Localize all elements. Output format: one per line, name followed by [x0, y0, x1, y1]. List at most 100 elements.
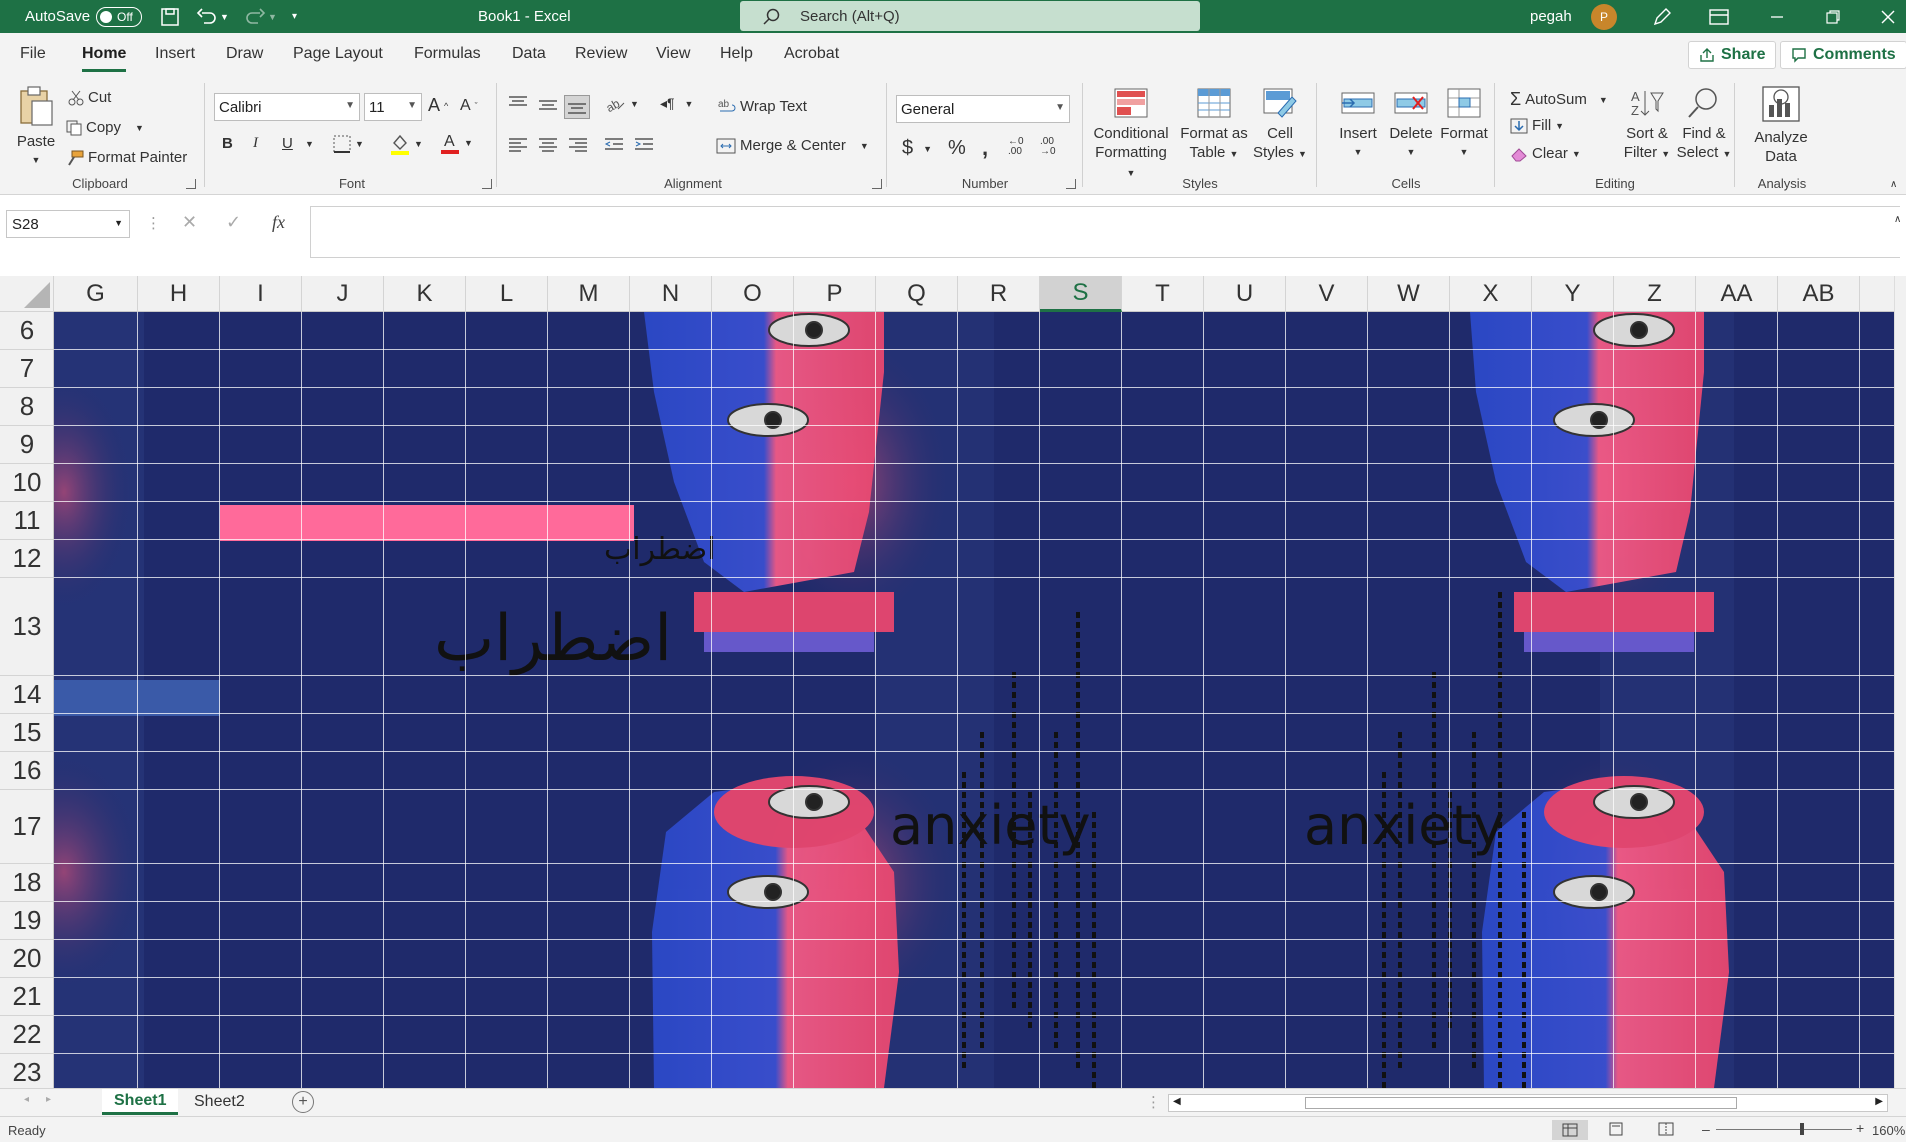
search-input[interactable]: Search (Alt+Q) [740, 1, 1200, 31]
undo-icon[interactable]: ▼ [196, 0, 229, 33]
row-header-23[interactable]: 23 [0, 1054, 54, 1088]
column-header-t[interactable]: T [1122, 276, 1204, 312]
column-header-m[interactable]: M [548, 276, 630, 312]
align-bottom-icon[interactable] [564, 95, 590, 119]
increase-indent-icon[interactable] [634, 137, 654, 153]
align-left-icon[interactable] [508, 137, 528, 153]
zoom-out-icon[interactable]: – [1702, 1121, 1710, 1137]
column-header-q[interactable]: Q [876, 276, 958, 312]
comma-icon[interactable]: , [982, 135, 988, 161]
row-header-13[interactable]: 13 [0, 578, 54, 676]
row-header-11[interactable]: 11 [0, 502, 54, 540]
decrease-indent-icon[interactable] [604, 137, 624, 153]
align-center-icon[interactable] [538, 137, 558, 153]
row-header-14[interactable]: 14 [0, 676, 54, 714]
bold-button[interactable]: B [222, 135, 233, 152]
row-header-17[interactable]: 17 [0, 790, 54, 864]
tab-view[interactable]: View [656, 45, 690, 63]
cancel-icon[interactable]: ✕ [182, 212, 197, 233]
hscroll-thumb[interactable] [1305, 1097, 1737, 1109]
sheet-tab-sheet2[interactable]: Sheet2 [182, 1089, 257, 1115]
tab-formulas[interactable]: Formulas [414, 45, 481, 63]
italic-button[interactable]: I [253, 135, 258, 152]
column-header-ab[interactable]: AB [1778, 276, 1860, 312]
font-name-select[interactable]: Calibri ▼ [214, 93, 360, 121]
ribbon-display-icon[interactable] [1709, 0, 1729, 33]
column-header-r[interactable]: R [958, 276, 1040, 312]
increase-decimal-icon[interactable]: ←0.00 [1008, 137, 1024, 157]
find-select-button[interactable]: Find & Select ▼ [1676, 87, 1732, 164]
clipboard-launcher[interactable] [186, 179, 196, 189]
cut-button[interactable]: Cut [68, 89, 111, 106]
formula-input[interactable] [310, 206, 1900, 258]
format-as-table-button[interactable]: Format as Table ▼ [1178, 87, 1250, 164]
column-header-y[interactable]: Y [1532, 276, 1614, 312]
row-header-7[interactable]: 7 [0, 350, 54, 388]
increase-font-icon[interactable]: A ^ [428, 95, 448, 116]
row-header-20[interactable]: 20 [0, 940, 54, 978]
underline-dropdown-icon[interactable]: ▼ [305, 139, 314, 149]
column-header-l[interactable]: L [466, 276, 548, 312]
align-right-icon[interactable] [568, 137, 588, 153]
cells-area[interactable]: اضطراب اضطراب anxiety anxiety [54, 312, 1894, 1088]
column-header-v[interactable]: V [1286, 276, 1368, 312]
font-color-icon[interactable]: A ▼ [440, 131, 473, 155]
column-header-x[interactable]: X [1450, 276, 1532, 312]
column-header-g[interactable]: G [54, 276, 138, 312]
tab-help[interactable]: Help [720, 45, 753, 63]
zoom-in-icon[interactable]: + [1856, 1120, 1864, 1136]
align-top-icon[interactable] [508, 95, 528, 111]
format-cells-button[interactable]: Format ▼ [1438, 87, 1490, 162]
column-header-s[interactable]: S [1040, 276, 1122, 312]
column-header-z[interactable]: Z [1614, 276, 1696, 312]
tab-draw[interactable]: Draw [226, 45, 263, 63]
orientation-icon[interactable]: ab ▼ [604, 95, 639, 113]
add-sheet-icon[interactable]: + [292, 1091, 314, 1113]
column-header-p[interactable]: P [794, 276, 876, 312]
currency-icon[interactable]: $ ▼ [902, 137, 932, 160]
zoom-slider-thumb[interactable] [1800, 1123, 1804, 1135]
sort-filter-button[interactable]: AZ Sort & Filter ▼ [1622, 87, 1672, 164]
redo-icon[interactable]: ▼ [244, 0, 277, 33]
insert-function-icon[interactable]: fx [272, 212, 285, 233]
cell-styles-button[interactable]: Cell Styles ▼ [1250, 87, 1310, 164]
column-header-u[interactable]: U [1204, 276, 1286, 312]
text-direction-icon[interactable]: ◂¶ ▼ [660, 95, 693, 112]
tab-data[interactable]: Data [512, 45, 546, 63]
analyze-data-button[interactable]: Analyze Data [1748, 85, 1814, 166]
font-launcher[interactable] [482, 179, 492, 189]
percent-icon[interactable]: % [948, 137, 966, 160]
row-header-15[interactable]: 15 [0, 714, 54, 752]
autosum-button[interactable]: Σ AutoSum ▼ [1510, 89, 1608, 110]
formula-bar-handle-icon[interactable]: ⋮ [146, 214, 161, 232]
close-icon[interactable] [1881, 0, 1895, 33]
avatar[interactable]: P [1591, 0, 1617, 33]
normal-view-icon[interactable] [1552, 1120, 1588, 1140]
comments-button[interactable]: Comments [1780, 41, 1906, 69]
row-header-10[interactable]: 10 [0, 464, 54, 502]
tab-insert[interactable]: Insert [155, 45, 195, 63]
pen-icon[interactable] [1652, 0, 1672, 33]
row-header-12[interactable]: 12 [0, 540, 54, 578]
font-size-select[interactable]: 11 ▼ [364, 93, 422, 121]
autosave-toggle[interactable]: Off [96, 0, 142, 33]
horizontal-scrollbar[interactable]: ◀ ▶ [1168, 1094, 1888, 1112]
vertical-scrollbar[interactable] [1894, 276, 1906, 1088]
decrease-decimal-icon[interactable]: .00 →0 [1040, 137, 1056, 157]
scroll-right-icon[interactable]: ▸ [46, 1094, 51, 1105]
restore-icon[interactable] [1826, 0, 1840, 33]
collapse-ribbon-icon[interactable]: ∧ [1890, 179, 1897, 190]
row-header-16[interactable]: 16 [0, 752, 54, 790]
customize-qat-icon[interactable]: ▾ [292, 0, 297, 33]
row-header-9[interactable]: 9 [0, 426, 54, 464]
align-middle-icon[interactable] [538, 97, 558, 113]
conditional-formatting-button[interactable]: Conditional Formatting ▼ [1090, 87, 1172, 183]
insert-cells-button[interactable]: Insert ▼ [1334, 87, 1382, 162]
decrease-font-icon[interactable]: Aˇ [460, 97, 478, 115]
column-header-i[interactable]: I [220, 276, 302, 312]
share-button[interactable]: Share [1688, 41, 1777, 69]
column-header-n[interactable]: N [630, 276, 712, 312]
tab-file[interactable]: File [20, 45, 46, 63]
delete-cells-button[interactable]: Delete ▼ [1386, 87, 1436, 162]
save-icon[interactable] [160, 0, 180, 33]
